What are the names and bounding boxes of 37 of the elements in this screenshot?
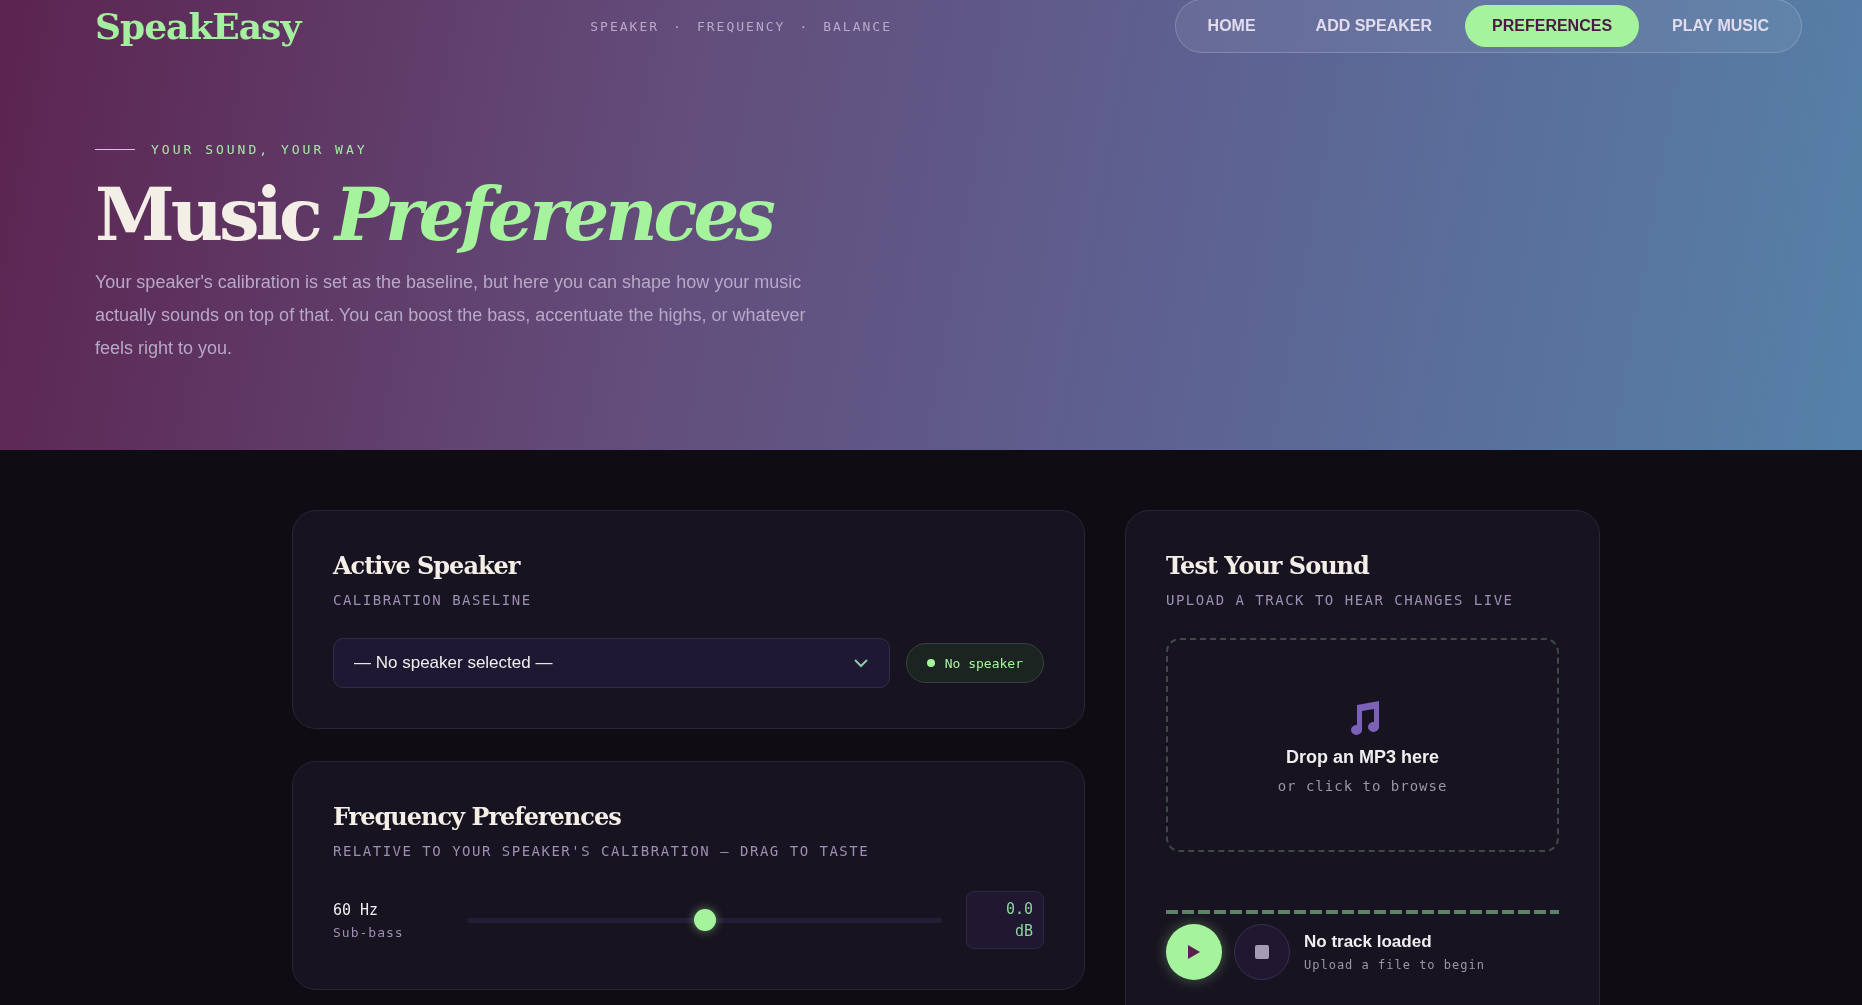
drop-title: Drop an MP3 here [1285, 746, 1439, 768]
track-name: No track loaded [1304, 932, 1433, 952]
card-title: Test Your Sound [1166, 551, 1371, 580]
page-title: Music [95, 175, 319, 255]
speaker-select[interactable]: — No speaker selected — [333, 638, 890, 688]
status-dot [926, 659, 935, 667]
band-sublabel: Sub-bass [333, 924, 405, 940]
eyebrow-rule [95, 149, 135, 150]
nav-link[interactable]: ADD SPEAKER [1288, 5, 1460, 47]
page-title-accent: Preferences [334, 175, 772, 255]
track-hint: Upload a file to begin [1304, 958, 1485, 972]
drop-zone[interactable]: Drop an MP3 here or click to browse [1166, 638, 1559, 852]
stop-icon [1255, 945, 1269, 959]
card-title: Frequency Preferences [333, 802, 622, 831]
drop-hint: or click to browse [1277, 777, 1448, 794]
nav-link[interactable]: HOME [1180, 5, 1283, 47]
logo[interactable]: SpeakEasy [95, 5, 301, 47]
nav-link[interactable]: PREFERENCES [1465, 5, 1640, 47]
hero-description: Your speaker's calibration is set as the baseline, but here you can shape how your music actually sounds on top of that. You can boost the bass, accentuate the highs, or whatever feels right to you. [95, 271, 807, 361]
tagline-text: SPEAKER [590, 18, 660, 34]
play-button[interactable] [1166, 924, 1222, 980]
card-subtitle: RELATIVE TO YOUR SPEAKER'S CALIBRATION — DRAG TO TASTE [333, 843, 871, 859]
band-label: 60 Hz [333, 900, 380, 919]
tagline-text: BALANCE [823, 18, 892, 34]
play-icon [1187, 944, 1201, 960]
chevron-down-icon [852, 658, 869, 668]
tagline-text: · [799, 18, 810, 34]
tagline-text: FREQUENCY [696, 18, 786, 34]
card-title: Active Speaker [333, 551, 522, 580]
stop-button[interactable] [1234, 924, 1290, 980]
card-subtitle: UPLOAD A TRACK TO HEAR CHANGES LIVE [1166, 592, 1515, 608]
gain-reading: 0.0 dB [966, 891, 1044, 949]
card-subtitle: CALIBRATION BASELINE [333, 592, 533, 608]
eyebrow-text: YOUR SOUND, YOUR WAY [151, 142, 368, 157]
status-badge: No speaker [905, 643, 1044, 683]
slider-thumb[interactable] [693, 908, 716, 931]
tagline-text: · [673, 18, 683, 34]
